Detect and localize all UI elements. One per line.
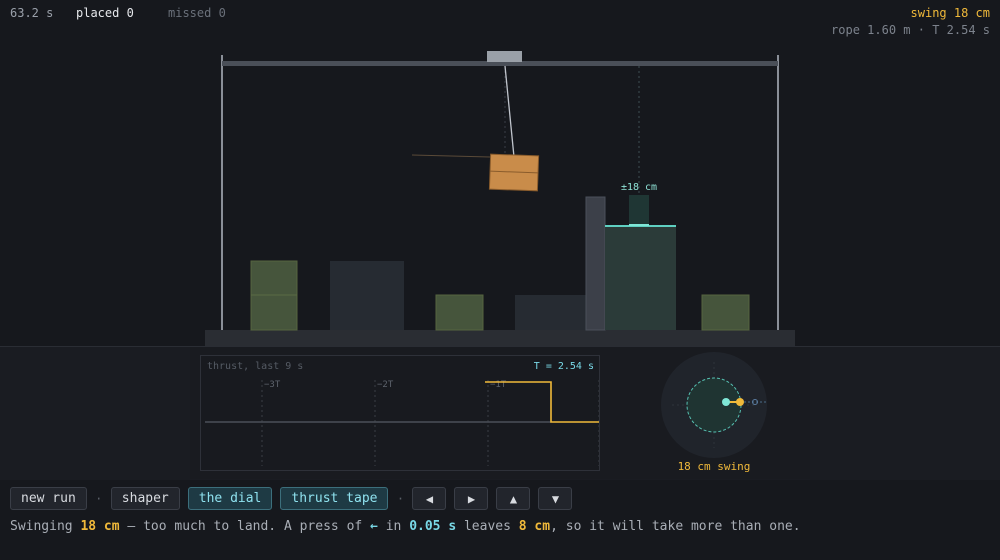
control-bar: new run · shaper the dial thrust tape · … — [10, 487, 573, 510]
dial-tolerance-ring — [686, 377, 742, 433]
separator: · — [95, 491, 103, 506]
hint-swing-value: 18 cm — [80, 519, 120, 534]
rope — [504, 65, 515, 158]
hint-time-value: 0.05 s — [409, 519, 457, 534]
crane-scene[interactable]: ±18 cm — [0, 0, 1000, 346]
hint-key: ← — [370, 519, 378, 534]
hint-text: Swinging — [10, 519, 81, 534]
thrust-tape-toggle[interactable]: thrust tape — [280, 487, 389, 510]
swing-dial — [660, 352, 768, 460]
hint-text: in — [377, 519, 410, 534]
separator: · — [396, 491, 405, 506]
swing-dial-graphic — [661, 352, 767, 458]
move-right-button[interactable]: ▶ — [454, 487, 489, 510]
hint-message: Swinging 18 cm — too much to land. A pre… — [10, 519, 801, 534]
trolley[interactable] — [487, 51, 522, 62]
move-left-button[interactable]: ◀ — [412, 487, 447, 510]
new-run-button[interactable]: new run — [10, 487, 87, 510]
container-block-1 — [330, 261, 404, 330]
dial-state-point — [736, 398, 744, 406]
tall-pillar — [585, 196, 606, 331]
target-tolerance-label: ±18 cm — [621, 182, 657, 193]
hint-text: — too much to land. A press of — [119, 519, 371, 534]
target-zone — [629, 195, 649, 226]
thrust-tape-plot: −3T −2T −1T — [205, 380, 599, 466]
swing-trail — [411, 154, 491, 158]
lower-down-button[interactable]: ▼ — [538, 487, 573, 510]
tape-marker-2t: −2T — [377, 380, 394, 390]
tape-marker-3t: −3T — [264, 380, 281, 390]
dial-origin-point — [722, 398, 730, 406]
thrust-tape: thrust, last 9 s T = 2.54 s −3T −2T −1T — [200, 355, 600, 471]
crate-stack-2 — [435, 294, 484, 331]
hint-residual-value: 8 cm — [518, 519, 551, 534]
container-block-2 — [515, 295, 587, 330]
shaper-button[interactable]: shaper — [110, 487, 180, 510]
the-dial-toggle[interactable]: the dial — [187, 487, 273, 510]
hint-text: leaves — [456, 519, 519, 534]
target-platform — [605, 226, 676, 330]
ground — [205, 330, 795, 346]
dial-caption: 18 cm swing — [677, 460, 751, 473]
crate — [488, 153, 540, 192]
hint-text: , so it will take more than one. — [550, 519, 801, 534]
crate-stack-3 — [701, 294, 750, 331]
hoist-up-button[interactable]: ▲ — [496, 487, 531, 510]
